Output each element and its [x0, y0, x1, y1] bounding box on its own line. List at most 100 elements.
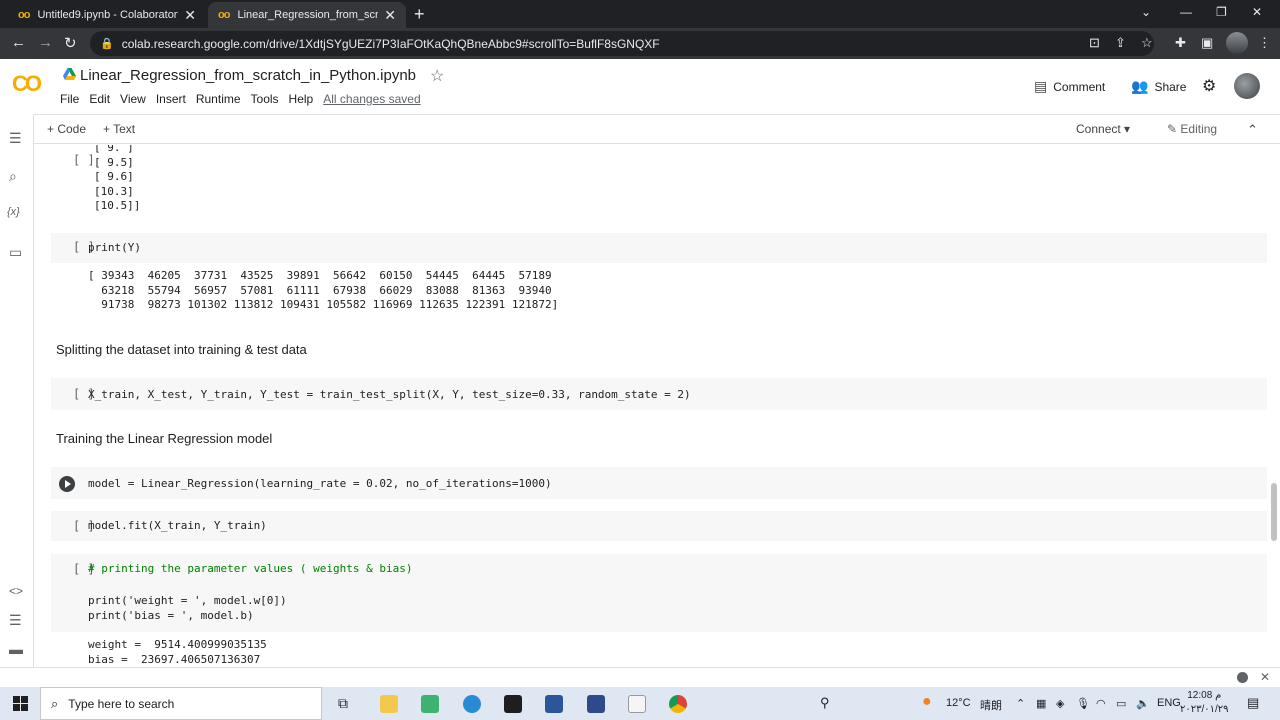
address-bar[interactable]: 🔒 colab.research.google.com/drive/1XdtjS…: [90, 31, 1154, 56]
window-close-icon[interactable]: ✕: [1252, 5, 1262, 19]
save-status[interactable]: All changes saved: [323, 92, 420, 106]
temperature[interactable]: 12°C: [946, 697, 971, 709]
scrollbar-thumb[interactable]: [1271, 483, 1277, 541]
add-text-button[interactable]: + Text: [103, 122, 135, 136]
forward-icon[interactable]: →: [38, 34, 53, 51]
edge-browser-icon[interactable]: [463, 695, 481, 713]
comment-button[interactable]: ▤ Comment: [1034, 78, 1105, 95]
translate-icon[interactable]: ⊡: [1089, 35, 1100, 51]
share-button[interactable]: 👥 Share: [1131, 78, 1186, 95]
status-indicator-icon[interactable]: [1237, 672, 1248, 683]
browser-profile-avatar[interactable]: [1226, 32, 1248, 54]
task-view-icon[interactable]: ⧉: [338, 695, 348, 712]
reload-icon[interactable]: ↻: [64, 34, 77, 52]
people-icon: 👥: [1131, 78, 1149, 94]
user-avatar[interactable]: [1234, 73, 1260, 99]
menu-view[interactable]: View: [120, 92, 146, 106]
code-cell-fit[interactable]: [ ] model.fit(X_train, Y_train): [51, 511, 1267, 541]
taskbar-search-box[interactable]: ⌕ Type here to search: [40, 687, 322, 720]
browser-menu-icon[interactable]: ⋮: [1258, 35, 1271, 51]
menu-file[interactable]: File: [60, 92, 79, 106]
browser-tab-strip: oo Untitled9.ipynb - Colaboratory ✕ oo L…: [0, 0, 1280, 28]
code-line[interactable]: model.fit(X_train, Y_train): [88, 519, 267, 532]
code-cell-x-output[interactable]: [ ] [ 9. ][ 9.5][ 9.6] [10.3] [10.5]]: [51, 145, 1267, 219]
volume-icon[interactable]: 🔈: [1136, 697, 1150, 710]
show-hidden-icons-icon[interactable]: ⌃: [1016, 697, 1025, 710]
minimize-icon[interactable]: —: [1180, 5, 1192, 19]
microphone-icon[interactable]: 🎙: [1076, 697, 1090, 710]
pycharm-icon[interactable]: [504, 695, 522, 713]
add-code-label: Code: [57, 122, 87, 136]
text-cell-train-heading[interactable]: Training the Linear Regression model: [56, 431, 272, 446]
maximize-icon[interactable]: ❐: [1216, 5, 1227, 19]
output-line: [ 9. ]: [94, 145, 134, 154]
people-tray-icon[interactable]: ⚲: [820, 695, 830, 711]
side-panel-icon[interactable]: ▣: [1201, 35, 1213, 51]
connect-button[interactable]: Connect ▾: [1076, 122, 1130, 136]
code-line[interactable]: print('weight = ', model.w[0]): [88, 594, 287, 607]
table-of-contents-icon[interactable]: ☰: [9, 130, 22, 147]
colab-logo[interactable]: CO: [12, 71, 42, 97]
run-cell-button[interactable]: [59, 476, 75, 492]
taskbar-clock[interactable]: 12:08 م ۲۰۲۳/۰۱/۲۹: [1180, 689, 1229, 717]
terminal-icon[interactable]: ▬: [9, 641, 23, 657]
colab-header: CO Linear_Regression_from_scratch_in_Pyt…: [0, 59, 1280, 114]
run-cell-bracket[interactable]: [ ]: [73, 153, 95, 167]
notebook-scrollbar[interactable]: [1268, 145, 1280, 667]
app-icon[interactable]: [587, 695, 605, 713]
collapse-header-icon[interactable]: ⌃: [1247, 122, 1258, 138]
close-status-icon[interactable]: ✕: [1260, 670, 1270, 684]
new-tab-icon[interactable]: +: [414, 4, 425, 25]
code-cell-model[interactable]: model = Linear_Regression(learning_rate …: [51, 467, 1267, 499]
notepad-icon[interactable]: [628, 695, 646, 713]
code-comment[interactable]: # printing the parameter values ( weight…: [88, 562, 413, 575]
url-text: colab.research.google.com/drive/1XdtjSYg…: [121, 36, 660, 51]
tab-search-icon[interactable]: ⌄: [1141, 5, 1151, 19]
menu-runtime[interactable]: Runtime: [196, 92, 241, 106]
tray-app-icon[interactable]: ▦: [1036, 697, 1046, 710]
menu-insert[interactable]: Insert: [156, 92, 186, 106]
variables-icon[interactable]: {x}: [7, 206, 20, 218]
notebook-title[interactable]: Linear_Regression_from_scratch_in_Python…: [80, 67, 416, 84]
bookmark-star-icon[interactable]: ☆: [1141, 35, 1153, 51]
menu-help[interactable]: Help: [289, 92, 314, 106]
text-cell-split-heading[interactable]: Splitting the dataset into training & te…: [56, 342, 307, 357]
close-tab-icon[interactable]: ✕: [384, 7, 396, 24]
code-line[interactable]: model = Linear_Regression(learning_rate …: [88, 477, 552, 490]
windows-start-icon[interactable]: [13, 696, 28, 711]
code-snippets-icon[interactable]: <>: [9, 584, 23, 598]
menu-tools[interactable]: Tools: [251, 92, 279, 106]
add-text-label: Text: [113, 122, 136, 136]
wifi-icon[interactable]: ◠: [1096, 697, 1106, 710]
share-page-icon[interactable]: ⇪: [1115, 35, 1126, 51]
star-icon[interactable]: ☆: [430, 66, 444, 86]
word-icon[interactable]: [545, 695, 563, 713]
code-line[interactable]: print(Y): [88, 241, 141, 254]
add-code-button[interactable]: + Code: [47, 122, 86, 136]
code-line[interactable]: print('bias = ', model.b): [88, 609, 254, 622]
language-indicator[interactable]: ENG: [1157, 697, 1181, 709]
file-explorer-icon[interactable]: [380, 695, 398, 713]
security-icon[interactable]: ◈: [1056, 697, 1064, 710]
notifications-icon[interactable]: ▤: [1247, 695, 1259, 711]
browser-tab-linear-regression[interactable]: oo Linear_Regression_from_scratch_ ✕: [208, 2, 406, 28]
close-tab-icon[interactable]: ✕: [184, 7, 196, 24]
wechat-icon[interactable]: [421, 695, 439, 713]
menu-edit[interactable]: Edit: [89, 92, 110, 106]
connect-label: Connect: [1076, 122, 1121, 136]
back-icon[interactable]: ←: [11, 34, 26, 51]
files-folder-icon[interactable]: ▭: [9, 244, 22, 261]
code-line[interactable]: X_train, X_test, Y_train, Y_test = train…: [88, 388, 691, 401]
search-icon[interactable]: ⌕: [9, 168, 17, 185]
code-cell-params[interactable]: [ ] # printing the parameter values ( we…: [51, 554, 1267, 632]
chrome-icon[interactable]: [669, 695, 687, 713]
browser-tab-untitled9[interactable]: oo Untitled9.ipynb - Colaboratory ✕: [8, 2, 206, 28]
settings-gear-icon[interactable]: ⚙: [1202, 76, 1216, 96]
weather-text[interactable]: 晴朗: [980, 697, 1002, 713]
command-palette-icon[interactable]: ☰: [9, 612, 22, 629]
battery-icon[interactable]: ▭: [1116, 697, 1126, 710]
extensions-icon[interactable]: ✚: [1175, 35, 1186, 51]
code-cell-split[interactable]: [ ] X_train, X_test, Y_train, Y_test = t…: [51, 378, 1267, 410]
code-cell-print-y[interactable]: [ ] print(Y): [51, 233, 1267, 263]
editing-mode-button[interactable]: ✎ Editing: [1167, 122, 1217, 136]
